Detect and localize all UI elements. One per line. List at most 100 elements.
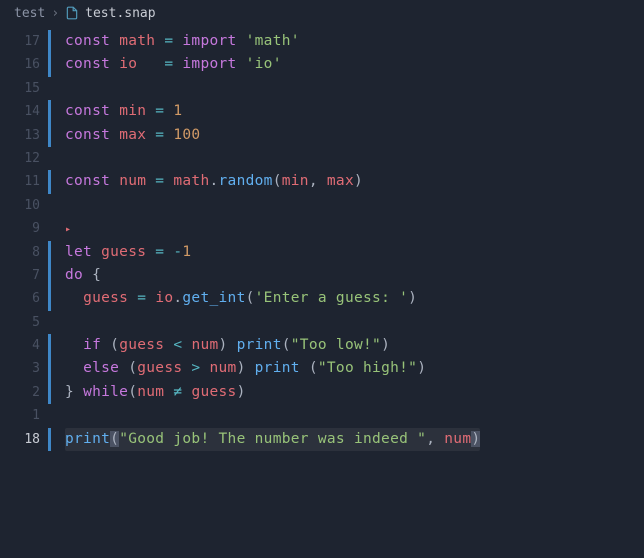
token-str: "Too low!"	[291, 337, 381, 353]
modified-bar	[48, 287, 51, 310]
token-var: num	[444, 431, 471, 447]
token-punc: )	[471, 431, 480, 447]
code-line[interactable]: 14const min = 1	[0, 100, 644, 123]
modified-bar	[48, 357, 51, 380]
line-number: 5	[0, 311, 48, 334]
token-kw: while	[83, 384, 128, 400]
token-str: "Too high!"	[318, 360, 417, 376]
line-number: 13	[0, 124, 48, 147]
token-punc: }	[65, 384, 83, 400]
token-punc: {	[92, 267, 101, 283]
token-op: =	[146, 244, 173, 260]
modified-bar	[48, 194, 51, 217]
token-kw: const	[65, 127, 119, 143]
code-line[interactable]: 11const num = math.random(min, max)	[0, 170, 644, 193]
line-number: 2	[0, 381, 48, 404]
token-kw: import	[182, 56, 245, 72]
code-line[interactable]: 18 print("Good job! The number was indeed…	[0, 428, 644, 451]
code-line[interactable]: 12	[0, 147, 644, 170]
token-var: guess	[83, 290, 128, 306]
code-editor[interactable]: 17const math = import 'math'16const io =…	[0, 26, 644, 451]
code-content[interactable]: if (guess < num) print("Too low!")	[65, 334, 390, 357]
token-punc: ,	[426, 431, 444, 447]
token-punc: )	[381, 337, 390, 353]
token-op: =	[128, 290, 155, 306]
token-punc: (	[128, 360, 137, 376]
token-kw: if	[83, 337, 110, 353]
token-var: num	[210, 360, 237, 376]
code-line[interactable]: 16const io = import 'io'	[0, 53, 644, 76]
token-fn: get_int	[182, 290, 245, 306]
token-kw: const	[65, 33, 119, 49]
code-line[interactable]: 1	[0, 404, 644, 427]
modified-bar	[48, 147, 51, 170]
line-number: 4	[0, 334, 48, 357]
token-str: "Good job! The number was indeed "	[119, 431, 426, 447]
code-line[interactable]: 15	[0, 77, 644, 100]
token-op: =	[146, 103, 173, 119]
fold-marker-icon[interactable]: ▸	[65, 224, 71, 235]
line-number: 18	[0, 428, 48, 451]
modified-bar	[48, 100, 51, 123]
token-punc: (	[128, 384, 137, 400]
code-content[interactable]: do {	[65, 264, 101, 287]
line-number: 1	[0, 404, 48, 427]
code-line[interactable]: 9▸	[0, 217, 644, 240]
code-content[interactable]: else (guess > num) print ("Too high!")	[65, 357, 426, 380]
code-content[interactable]: } while(num ≠ guess)	[65, 381, 246, 404]
breadcrumb[interactable]: test › test.snap	[0, 0, 644, 26]
code-line[interactable]: 2 } while(num ≠ guess)	[0, 381, 644, 404]
token-punc: .	[210, 173, 219, 189]
token-var: guess	[101, 244, 146, 260]
token-var: guess	[119, 337, 164, 353]
token-var: math	[119, 33, 155, 49]
token-punc: (	[282, 337, 291, 353]
token-op: >	[182, 360, 209, 376]
code-line[interactable]: 13 const max = 100	[0, 124, 644, 147]
token-punc: (	[273, 173, 282, 189]
code-line[interactable]: 10	[0, 194, 644, 217]
code-line[interactable]: 4 if (guess < num) print("Too low!")	[0, 334, 644, 357]
code-content[interactable]: const math = import 'math'	[65, 30, 300, 53]
token-punc: (	[309, 360, 318, 376]
code-content[interactable]: const min = 1	[65, 100, 182, 123]
modified-bar	[48, 404, 51, 427]
line-number: 10	[0, 194, 48, 217]
line-number: 15	[0, 77, 48, 100]
code-content[interactable]: print("Good job! The number was indeed "…	[65, 428, 480, 451]
token-kw: let	[65, 244, 101, 260]
code-line[interactable]: 8let guess = -1	[0, 241, 644, 264]
token-punc: (	[110, 337, 119, 353]
line-number: 3	[0, 357, 48, 380]
token-kw: else	[83, 360, 128, 376]
code-content[interactable]: const io = import 'io'	[65, 53, 282, 76]
token-var: min	[282, 173, 309, 189]
token-num: 100	[173, 127, 200, 143]
code-content[interactable]: const num = math.random(min, max)	[65, 170, 363, 193]
code-line[interactable]: 7do {	[0, 264, 644, 287]
code-line[interactable]: 3 else (guess > num) print ("Too high!")	[0, 357, 644, 380]
token-var: io	[119, 56, 137, 72]
token-var: max	[119, 127, 146, 143]
token-fn: random	[219, 173, 273, 189]
code-content[interactable]: ▸	[65, 217, 71, 241]
token-punc: )	[417, 360, 426, 376]
modified-bar	[48, 241, 51, 264]
code-line[interactable]: 5	[0, 311, 644, 334]
breadcrumb-filename[interactable]: test.snap	[85, 6, 155, 21]
modified-bar	[48, 170, 51, 193]
code-content[interactable]: let guess = -1	[65, 241, 191, 264]
token-fn: print	[237, 337, 282, 353]
token-op: ≠	[164, 384, 191, 400]
token-kw: import	[182, 33, 245, 49]
token-str: 'io'	[246, 56, 282, 72]
breadcrumb-folder[interactable]: test	[14, 6, 45, 21]
modified-bar	[48, 428, 51, 451]
code-content[interactable]: guess = io.get_int('Enter a guess: ')	[65, 287, 417, 310]
modified-bar	[48, 334, 51, 357]
code-line[interactable]: 6 guess = io.get_int('Enter a guess: ')	[0, 287, 644, 310]
line-number: 12	[0, 147, 48, 170]
token-op: <	[164, 337, 191, 353]
code-content[interactable]: const max = 100	[65, 124, 200, 147]
code-line[interactable]: 17const math = import 'math'	[0, 30, 644, 53]
